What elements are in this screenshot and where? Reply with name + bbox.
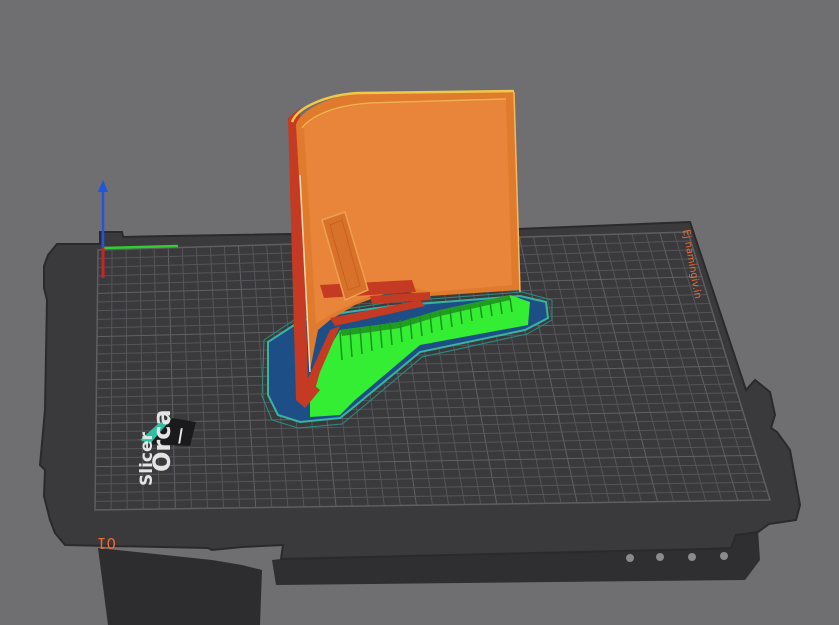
logo-line2-label: Slicer — [137, 431, 157, 486]
3d-viewport[interactable]: / Orca Slicer 01 Ej namingiv.in — [0, 0, 839, 625]
plate-number: 01 — [97, 534, 116, 552]
